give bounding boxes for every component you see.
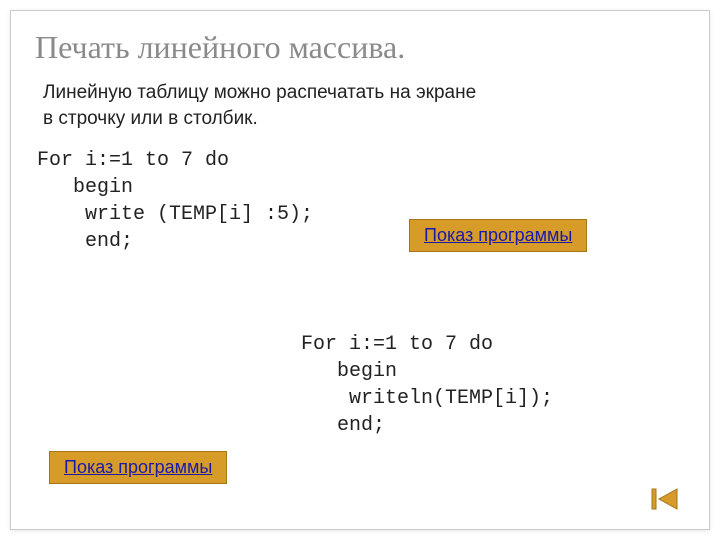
slide-title: Печать линейного массива.	[35, 29, 685, 66]
show-program-button-2[interactable]: Показ программы	[49, 451, 227, 484]
subtitle-line2: в строчку или в столбик.	[43, 108, 258, 129]
slide-container: Печать линейного массива. Линейную табли…	[10, 10, 710, 530]
back-icon[interactable]	[651, 487, 679, 511]
subtitle-line1: Линейную таблицу можно распечатать на эк…	[43, 82, 476, 103]
code-block-write: For i:=1 to 7 do begin write (TEMP[i] :5…	[37, 147, 685, 255]
code-block-writeln: For i:=1 to 7 do begin writeln(TEMP[i]);…	[301, 331, 553, 439]
subtitle: Линейную таблицу можно распечатать на эк…	[43, 80, 685, 131]
show-program-button-1[interactable]: Показ программы	[409, 219, 587, 252]
